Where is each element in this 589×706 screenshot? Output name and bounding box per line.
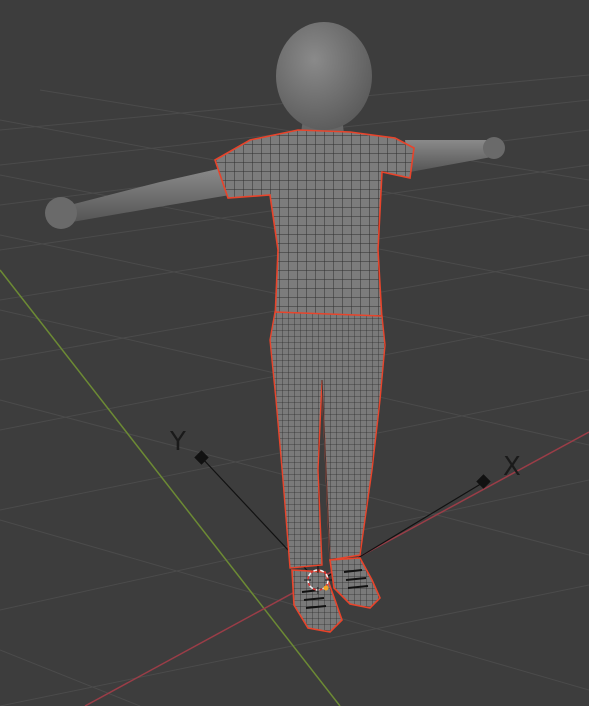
right-hand <box>483 137 505 159</box>
gizmo-x-label: X <box>503 452 521 482</box>
gizmo-y-label: Y <box>169 427 186 457</box>
object-origin <box>323 585 329 591</box>
3d-viewport[interactable]: Y X <box>0 0 589 706</box>
left-hand <box>45 197 77 229</box>
head <box>276 22 372 130</box>
